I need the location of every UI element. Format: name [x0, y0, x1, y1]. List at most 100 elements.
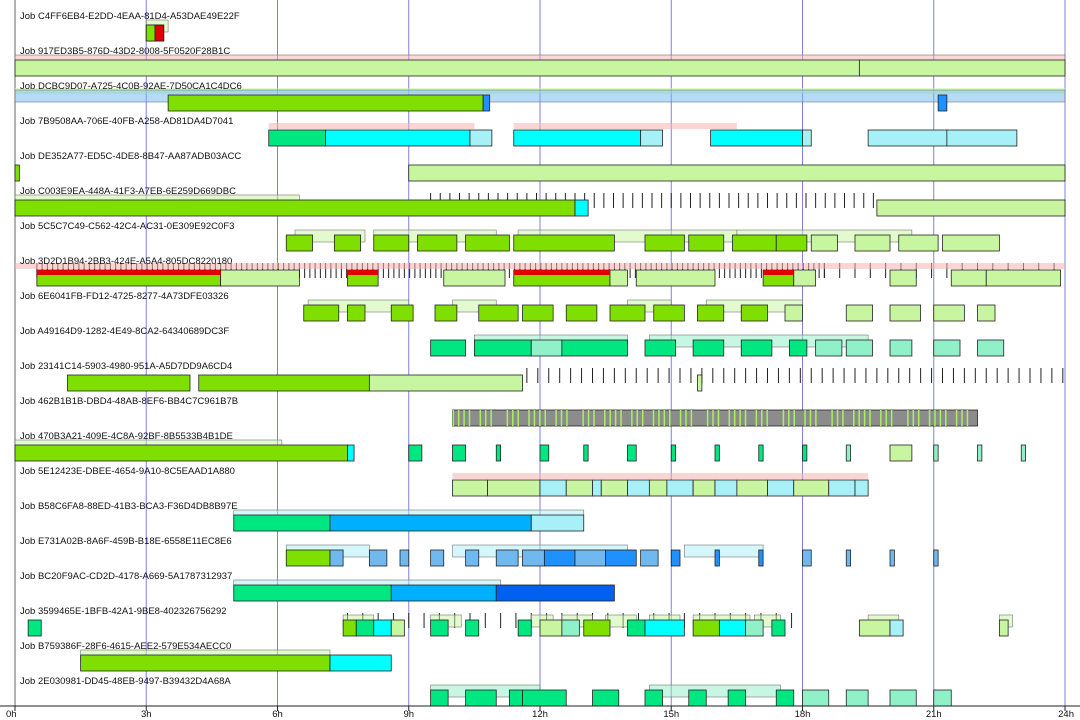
task-bar[interactable]	[692, 479, 716, 497]
task-bar[interactable]	[285, 234, 313, 252]
task-bar[interactable]	[710, 129, 803, 147]
task-bar[interactable]	[793, 479, 830, 497]
task-bar[interactable]	[329, 549, 344, 567]
task-bar[interactable]	[390, 619, 405, 637]
task-bar[interactable]	[574, 199, 589, 217]
task-bar[interactable]	[946, 129, 1018, 147]
task-bar[interactable]	[670, 549, 681, 567]
task-bar[interactable]	[390, 584, 497, 602]
task-bar[interactable]	[644, 689, 663, 707]
task-bar[interactable]	[355, 619, 375, 637]
task-bar[interactable]	[430, 619, 449, 637]
task-bar[interactable]	[810, 234, 838, 252]
task-bar[interactable]	[867, 129, 948, 147]
task-bar[interactable]	[740, 304, 768, 322]
task-bar[interactable]	[771, 619, 786, 637]
task-bar[interactable]	[233, 584, 392, 602]
task-bar[interactable]	[627, 444, 637, 462]
task-bar[interactable]	[543, 549, 576, 567]
task-bar[interactable]	[802, 444, 808, 462]
task-bar[interactable]	[592, 479, 602, 497]
task-bar[interactable]	[670, 444, 677, 462]
task-bar[interactable]	[465, 619, 480, 637]
task-bar[interactable]	[285, 549, 331, 567]
task-bar[interactable]	[845, 444, 852, 462]
task-bar[interactable]	[487, 479, 541, 497]
task-bar[interactable]	[889, 339, 913, 357]
task-bar[interactable]	[745, 619, 764, 637]
task-bar[interactable]	[347, 444, 355, 462]
task-bar[interactable]	[644, 619, 685, 637]
task-bar[interactable]	[14, 199, 576, 217]
task-bar[interactable]	[452, 473, 869, 479]
task-bar[interactable]	[815, 339, 843, 357]
task-bar[interactable]	[635, 269, 716, 287]
task-bar[interactable]	[495, 444, 502, 462]
task-bar[interactable]	[373, 619, 392, 637]
task-bar[interactable]	[648, 479, 668, 497]
task-bar[interactable]	[802, 549, 812, 567]
task-bar[interactable]	[325, 129, 471, 147]
task-bar[interactable]	[465, 234, 510, 252]
task-bar[interactable]	[452, 444, 467, 462]
task-bar[interactable]	[845, 339, 873, 357]
task-bar[interactable]	[688, 689, 707, 707]
task-bar[interactable]	[565, 479, 593, 497]
task-bar[interactable]	[802, 689, 830, 707]
task-bar[interactable]	[889, 549, 895, 567]
task-bar[interactable]	[640, 549, 659, 567]
task-bar[interactable]	[430, 339, 467, 357]
task-bar[interactable]	[342, 619, 357, 637]
task-bar[interactable]	[452, 479, 488, 497]
task-bar[interactable]	[329, 654, 392, 672]
task-bar[interactable]	[233, 514, 331, 532]
task-bar[interactable]	[1020, 444, 1027, 462]
task-bar[interactable]	[539, 619, 563, 637]
task-bar[interactable]	[937, 94, 948, 112]
task-bar[interactable]	[858, 619, 891, 637]
task-bar[interactable]	[373, 234, 410, 252]
task-bar[interactable]	[27, 619, 42, 637]
task-bar[interactable]	[898, 234, 939, 252]
task-bar[interactable]	[933, 689, 952, 707]
task-bar[interactable]	[329, 514, 532, 532]
task-bar[interactable]	[495, 584, 615, 602]
task-bar[interactable]	[727, 689, 747, 707]
task-bar[interactable]	[513, 123, 737, 129]
task-bar[interactable]	[876, 199, 1066, 217]
task-bar[interactable]	[465, 549, 480, 567]
task-bar[interactable]	[539, 479, 567, 497]
task-bar[interactable]	[530, 339, 563, 357]
task-bar[interactable]	[303, 304, 340, 322]
task-bar[interactable]	[408, 164, 1066, 182]
task-bar[interactable]	[684, 544, 764, 558]
task-bar[interactable]	[368, 549, 388, 567]
task-bar[interactable]	[933, 304, 965, 322]
task-bar[interactable]	[198, 374, 370, 392]
task-bar[interactable]	[889, 619, 904, 637]
task-bar[interactable]	[697, 374, 703, 392]
task-bar[interactable]	[430, 689, 449, 707]
task-bar[interactable]	[802, 129, 812, 147]
task-bar[interactable]	[889, 304, 922, 322]
task-bar[interactable]	[736, 479, 768, 497]
task-bar[interactable]	[714, 444, 720, 462]
task-bar[interactable]	[627, 479, 650, 497]
task-bar[interactable]	[998, 619, 1009, 637]
task-bar[interactable]	[268, 129, 327, 147]
task-bar[interactable]	[482, 94, 491, 112]
task-bar[interactable]	[758, 549, 764, 567]
task-bar[interactable]	[145, 24, 156, 42]
task-bar[interactable]	[408, 444, 423, 462]
task-bar[interactable]	[478, 304, 519, 322]
task-bar[interactable]	[858, 59, 1066, 77]
task-bar[interactable]	[469, 129, 493, 147]
task-bar[interactable]	[67, 374, 191, 392]
task-bar[interactable]	[268, 123, 475, 129]
task-bar[interactable]	[561, 619, 580, 637]
task-bar[interactable]	[368, 374, 523, 392]
task-bar[interactable]	[649, 684, 781, 698]
task-bar[interactable]	[666, 479, 694, 497]
task-bar[interactable]	[714, 479, 738, 497]
task-bar[interactable]	[583, 444, 589, 462]
